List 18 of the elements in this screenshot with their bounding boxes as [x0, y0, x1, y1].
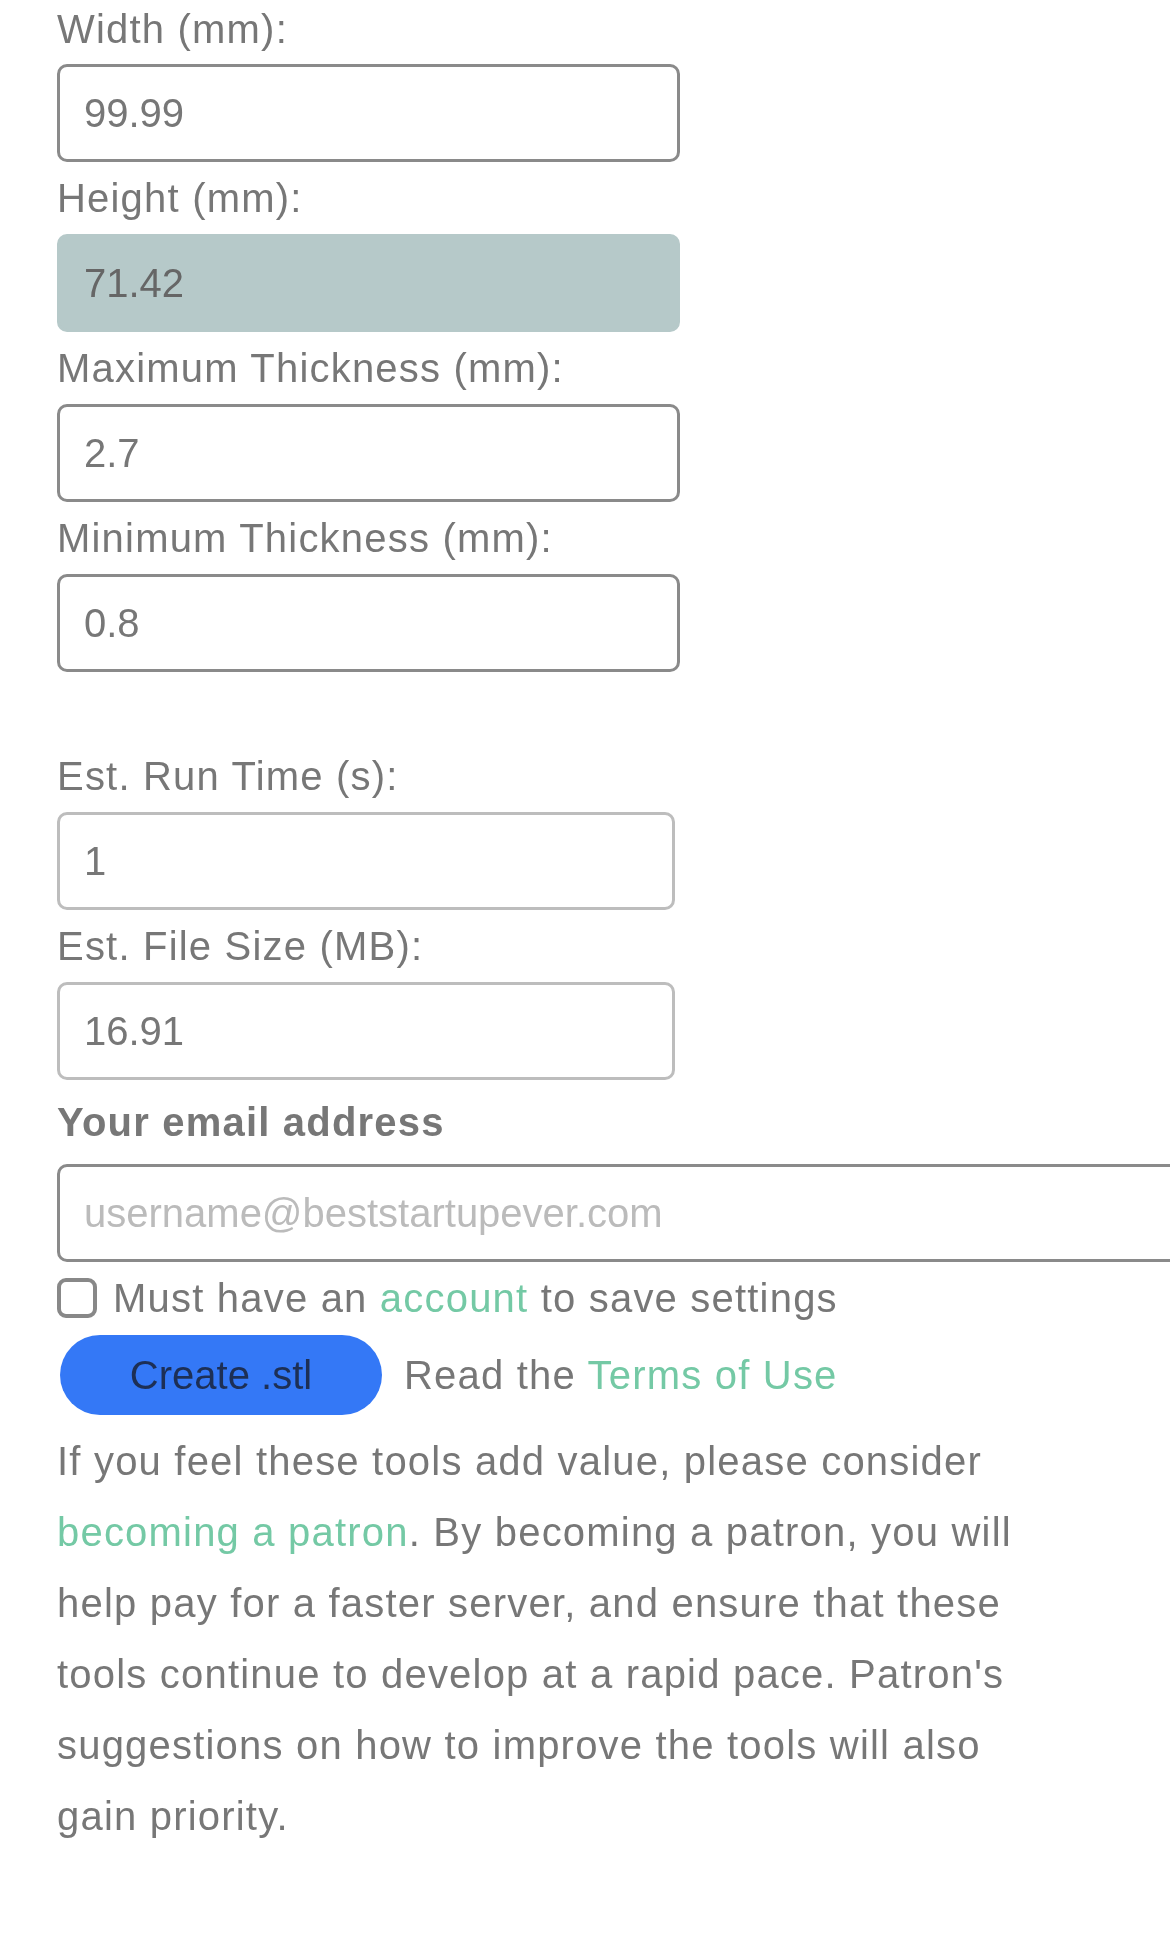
patron-paragraph: If you feel these tools add value, please consider becoming a patron. By becoming a patron, you will help pay for a faster server, and ensure that these tools continue to develop at a rapid pace. Patron's suggestions on how to improve the tools will also gain priority. — [57, 1438, 1013, 1840]
email-field[interactable]: username@beststartupever.com — [57, 1164, 1170, 1262]
field-label: Maximum Thickness (mm): — [57, 345, 565, 392]
field-label: Minimum Thickness (mm): — [57, 515, 554, 562]
field-label: Height (mm): — [57, 175, 304, 222]
field-label: Width (mm): — [57, 6, 289, 53]
create-stl-button[interactable]: Create .stl — [60, 1335, 382, 1415]
field-label: Est. Run Time (s): — [57, 753, 400, 800]
field-label: Est. File Size (MB): — [57, 923, 425, 970]
input-field[interactable]: 2.7 — [57, 404, 680, 502]
save-settings-text: Must have an account to save settings — [113, 1275, 838, 1321]
email-heading: Your email address — [57, 1099, 446, 1146]
checkbox[interactable] — [57, 1278, 97, 1318]
input-field[interactable]: 99.99 — [57, 64, 680, 162]
input-field[interactable]: 1 — [57, 812, 675, 910]
input-field[interactable]: 0.8 — [57, 574, 680, 672]
input-field[interactable]: 16.91 — [57, 982, 675, 1080]
terms-text: Read the Terms of Use — [404, 1352, 838, 1398]
